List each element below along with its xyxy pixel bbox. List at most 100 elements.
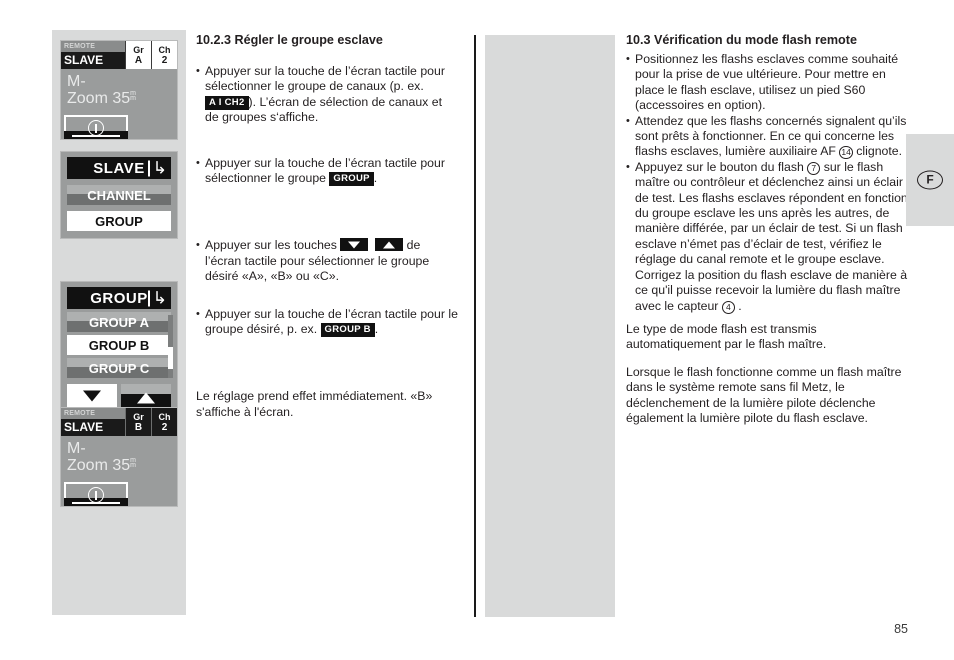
info-icon (88, 120, 104, 136)
back-arrow-glyph: ↳ (152, 288, 167, 308)
lcd-cell-group-key: Gr (133, 44, 144, 55)
lcd-footer (61, 482, 177, 506)
lcd-group-list: GROUP A GROUP B GROUP C (67, 312, 173, 378)
bullet2-text-part1: Appuyer sur la touche de l’écran tactile… (205, 155, 445, 186)
bullet-text: Appuyer sur les touches de l’écran tacti… (205, 238, 458, 284)
lcd-body-line2: Zoom 35m m (67, 457, 177, 475)
bullet3-text-part3: . (734, 298, 742, 313)
lcd-topbar: REMOTE SLAVE Gr A Ch 2 (61, 41, 177, 69)
lcd-group-scrollbar-thumb[interactable] (168, 347, 173, 369)
bullet-dot: • (626, 160, 630, 173)
triangle-down-icon (340, 238, 369, 252)
bullet-select-channel-group: • Appuyer sur la touche de l’écran tacti… (196, 64, 458, 126)
lcd-mode-slave-label: SLAVE (61, 52, 125, 69)
bullet-text: Appuyer sur la touche de l’écran tactile… (205, 307, 458, 338)
bullet-wait-ready: • Attendez que les flashs concernés sign… (626, 114, 912, 160)
lcd-cell-group-key: Gr (133, 411, 144, 422)
lcd-scroll-down-button[interactable] (67, 384, 117, 408)
triangle-up-icon (375, 238, 404, 252)
lcd-body: M- Zoom 35m m (61, 436, 177, 482)
bullet3-text-part1: Appuyer sur les touches (205, 238, 341, 253)
lcd-cell-group: Gr B (125, 408, 151, 436)
lcd-topbar: REMOTE SLAVE Gr B Ch 2 (61, 408, 177, 436)
info-icon (88, 487, 104, 503)
bullet-dot: • (196, 239, 200, 252)
triangle-up-icon (137, 392, 155, 404)
bullet-text: Appuyer sur la touche de l’écran tactile… (205, 156, 458, 187)
reference-number-7: 7 (807, 161, 821, 175)
bullet-dot: • (196, 65, 200, 77)
lcd-panel-remote-slave-group-b: REMOTE SLAVE Gr B Ch 2 M- Zoom 35m m (60, 407, 178, 507)
bullet-dot: • (196, 307, 200, 320)
lcd-cell-channel: Ch 2 (151, 408, 177, 436)
illustration-placeholder-block (485, 35, 615, 617)
back-arrow-icon[interactable]: ↳ (147, 160, 167, 177)
lcd-menu-item-channel-label: CHANNEL (87, 187, 151, 203)
bullet-test-flash: • Appuyez sur le bouton du flash 7 sur l… (626, 160, 912, 314)
bullet-text: Appuyer sur la touche de l’écran tactile… (205, 64, 458, 126)
lcd-group-item-b[interactable]: GROUP B (67, 335, 171, 355)
bullet2-text-part2: . (373, 171, 378, 186)
right-text-column: 10.3 Vérification du mode flash remote •… (626, 32, 912, 426)
triangle-down-icon (83, 390, 101, 402)
lcd-cell-channel-value: 2 (161, 421, 168, 433)
lcd-panel-group-menu: GROUP ↳ GROUP A GROUP B GROUP C (60, 281, 178, 416)
lcd-body-zoom-text: Zoom 35 (67, 90, 131, 107)
illustration-column: REMOTE SLAVE Gr A Ch 2 M- Zoom 35m m SLAV… (52, 30, 186, 615)
lcd-cell-channel-key: Ch (158, 44, 171, 55)
lcd-group-item-a[interactable]: GROUP A (67, 312, 171, 332)
bullet-dot: • (626, 53, 630, 65)
section-heading-10-3: 10.3 Vérification du mode flash remote (626, 33, 857, 47)
lcd-mode-block: REMOTE SLAVE (61, 41, 125, 69)
back-divider (147, 160, 150, 176)
page-number: 85 (894, 622, 908, 636)
bullet4-text-part2: . (374, 322, 379, 337)
lcd-body-unit-bottom: m (130, 95, 136, 102)
paragraph-mode-transmitted: Le type de mode flash est transmis autom… (626, 321, 827, 352)
badge-group-b: GROUP B (320, 323, 375, 338)
lcd-cell-group: Gr A (125, 41, 151, 69)
lcd-body-zoom-text: Zoom 35 (67, 457, 131, 474)
bullet2-text-part2: clignote. (852, 144, 903, 159)
back-arrow-icon[interactable]: ↳ (147, 288, 167, 308)
lcd-menu-item-group-label: GROUP (95, 213, 143, 229)
lcd-menu-item-group[interactable]: GROUP (67, 211, 171, 231)
lcd-menu-item-channel[interactable]: CHANNEL (67, 185, 171, 205)
lcd-mode-remote-label: REMOTE (61, 408, 125, 419)
bullet-dot: • (196, 156, 200, 169)
lcd-group-item-c[interactable]: GROUP C (67, 358, 171, 378)
badge-group: GROUP (329, 172, 374, 187)
lcd-scroll-up-button[interactable] (121, 384, 171, 408)
bullet-confirm-group: • Appuyer sur la touche de l’écran tacti… (196, 307, 458, 338)
lcd-group-header: GROUP ↳ (67, 287, 171, 309)
triangle-down-glyph (348, 241, 361, 249)
lcd-mode-remote-label: REMOTE (61, 41, 125, 52)
lcd-cell-channel: Ch 2 (151, 41, 177, 69)
badge-a-ch2: A I CH2 (205, 95, 249, 110)
closing-paragraph: Le réglage prend effet immédiatement. «B… (196, 389, 433, 419)
bullet-text: Attendez que les flashs concernés signal… (635, 114, 912, 160)
lcd-group-item-a-label: GROUP A (89, 314, 149, 330)
lcd-mode-slave-label: SLAVE (61, 419, 125, 436)
lcd-cell-channel-key: Ch (158, 411, 171, 422)
language-tab: F (906, 134, 954, 226)
reference-number-4: 4 (721, 300, 735, 314)
lcd-group-scrollbar[interactable] (168, 315, 173, 378)
bullet3-text-part2: sur le flash maître ou contrôleur et déc… (635, 159, 908, 313)
lcd-mode-block: REMOTE SLAVE (61, 408, 125, 436)
bullet-select-group: • Appuyer sur la touche de l’écran tacti… (196, 156, 458, 187)
lcd-cell-group-value: A (134, 54, 143, 66)
lcd-body: M- Zoom 35m m (61, 69, 177, 115)
lcd-body-line1: M- (67, 440, 86, 457)
bullet1-text-part1: Appuyer sur la touche de l’écran tactile… (205, 64, 445, 94)
lcd-body-line2: Zoom 35m m (67, 90, 177, 108)
lcd-panel-remote-slave-group-a: REMOTE SLAVE Gr A Ch 2 M- Zoom 35m m (60, 40, 178, 140)
reference-number-14: 14 (839, 146, 853, 160)
